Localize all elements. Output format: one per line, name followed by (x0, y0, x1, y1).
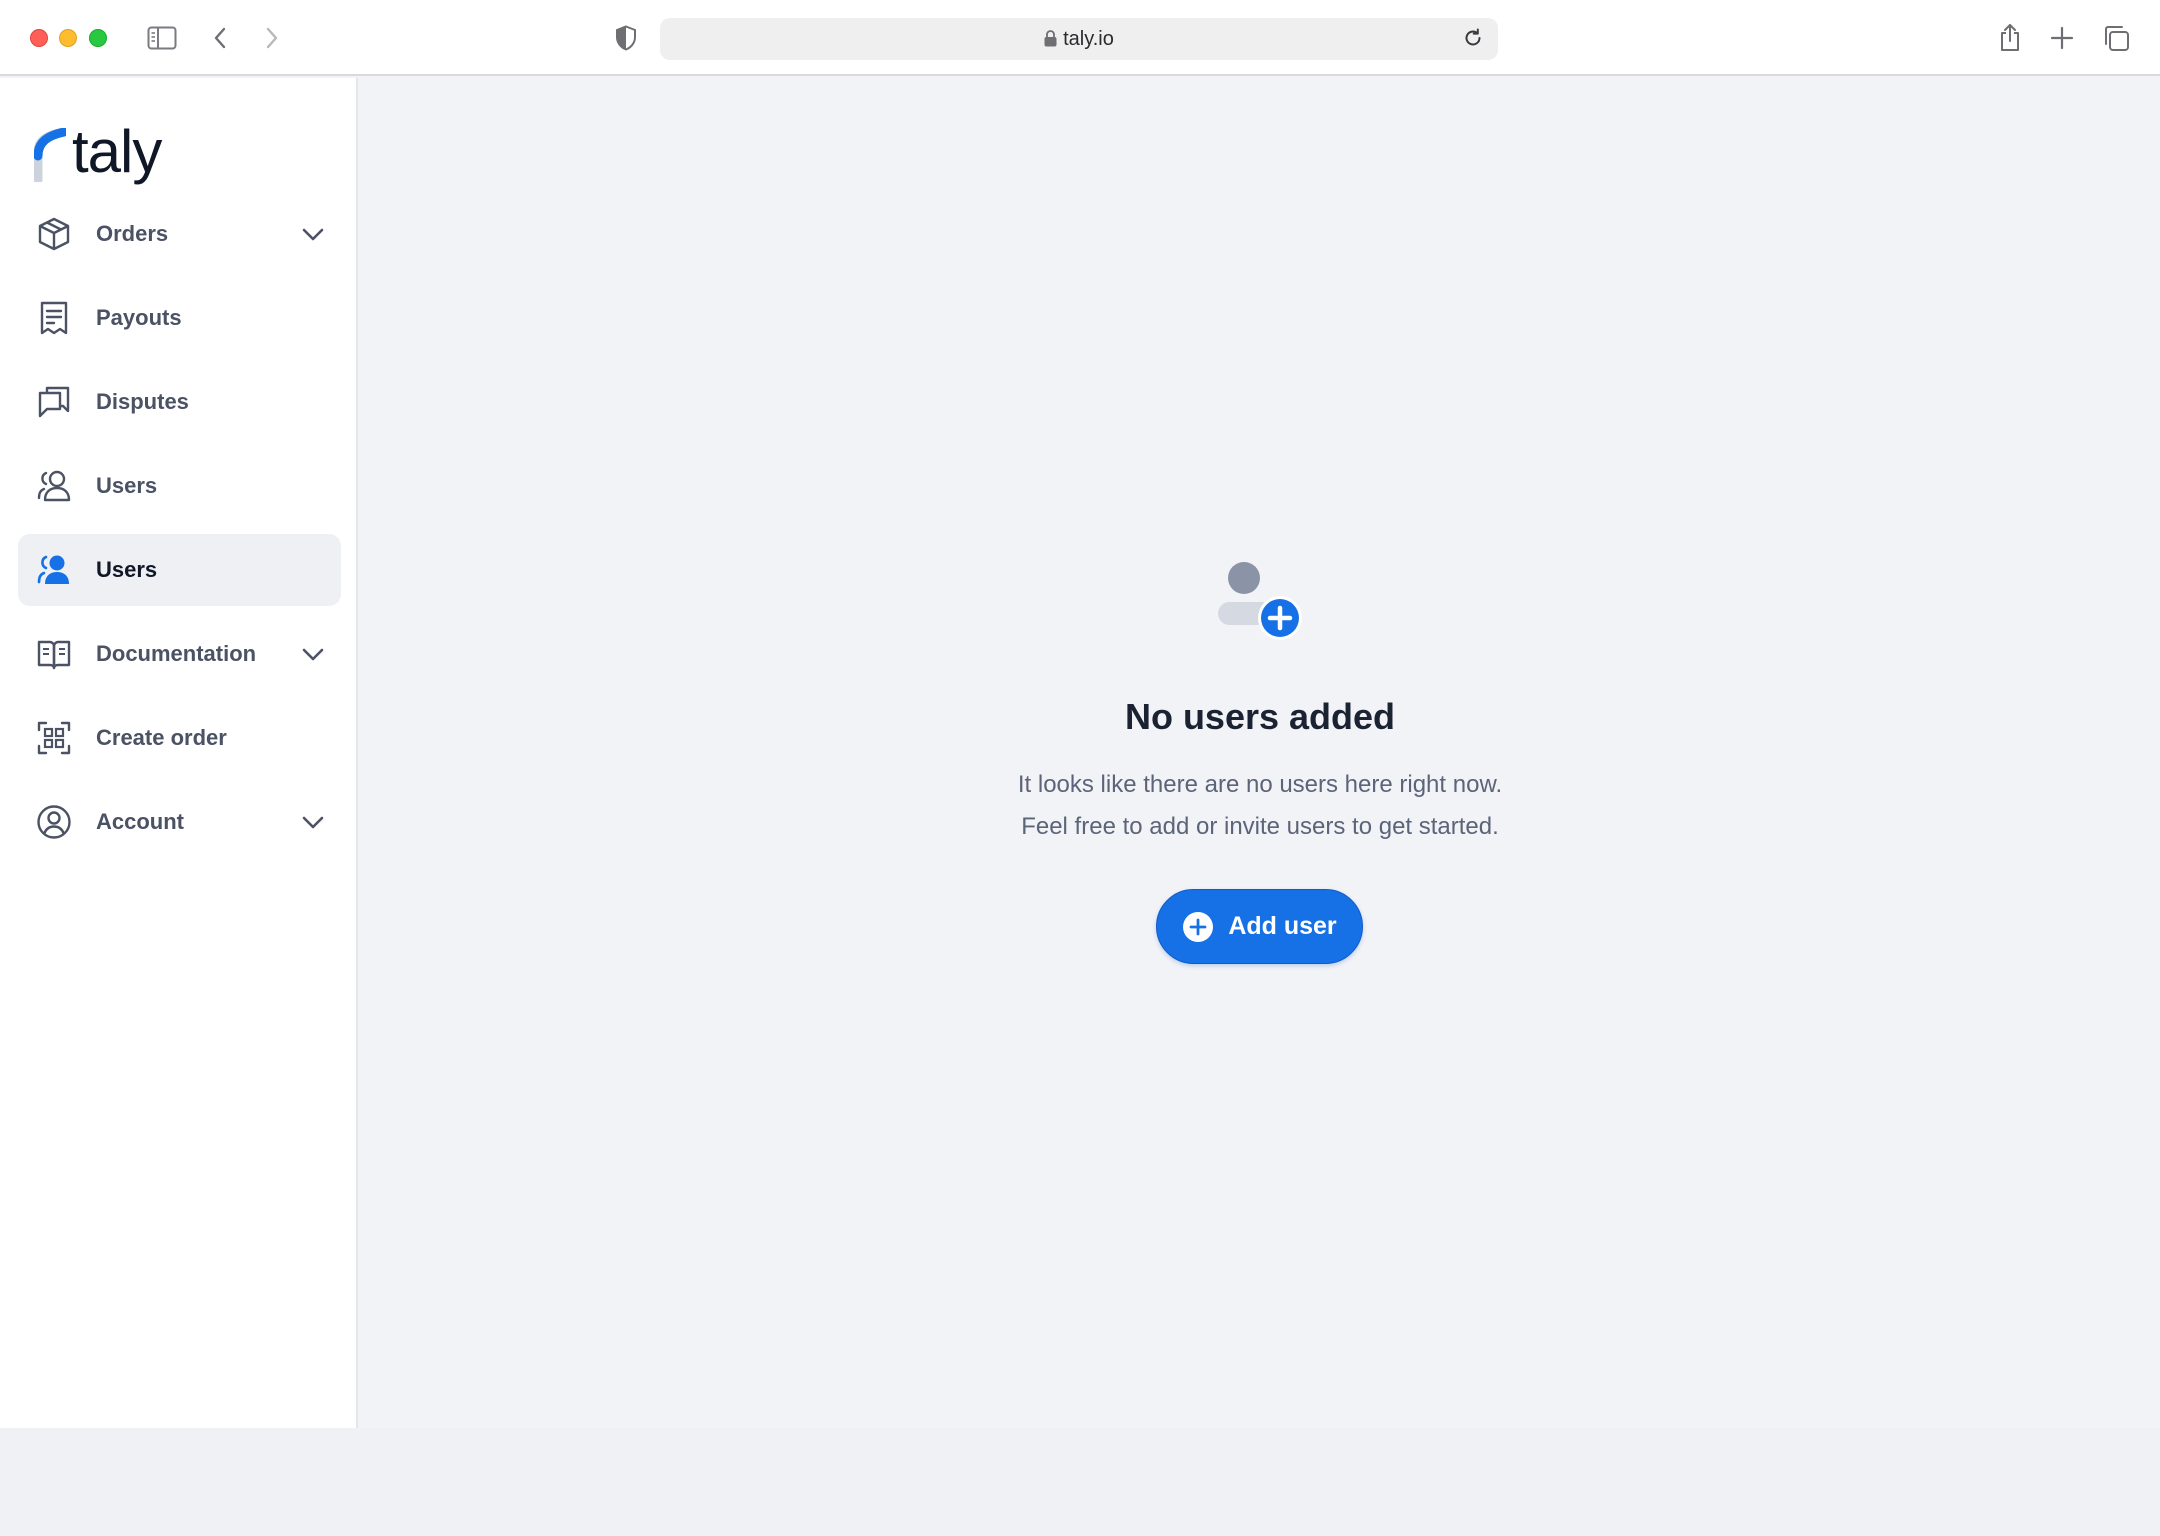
minimize-window-button[interactable] (59, 29, 77, 47)
chevron-down-icon[interactable] (301, 642, 325, 666)
window-bottom-area (0, 1428, 2160, 1536)
box-icon (36, 216, 72, 252)
lock-icon (1044, 30, 1057, 53)
sidebar-item-users-active[interactable]: Users (18, 534, 341, 606)
close-window-button[interactable] (30, 29, 48, 47)
sidebar-item-label: Create order (96, 725, 227, 750)
add-user-button-label: Add user (1228, 912, 1337, 940)
sidebar-item-label: Documentation (96, 641, 257, 666)
sidebar-item-label: Disputes (96, 389, 189, 414)
taly-logo[interactable]: taly (34, 118, 162, 185)
users-outline-icon (36, 468, 72, 504)
sidebar-item-documentation[interactable]: Documentation (18, 618, 341, 690)
forward-arrow-icon[interactable] (256, 22, 288, 54)
empty-state-title: No users added (1124, 696, 1396, 737)
sidebar: taly Orders Payouts Disputes Users Users… (0, 78, 358, 1428)
sidebar-item-disputes[interactable]: Disputes (18, 366, 341, 438)
url-text: taly.io (1063, 28, 1114, 50)
users-filled-icon (36, 552, 72, 588)
sidebar-item-label: Users (96, 473, 158, 498)
qr-code-icon (36, 720, 72, 756)
share-icon[interactable] (1994, 22, 2026, 54)
user-circle-icon (36, 804, 72, 840)
sidebar-item-payouts[interactable]: Payouts (18, 282, 341, 354)
plus-circle-icon (1182, 911, 1214, 943)
taly-logo-mark-icon (34, 128, 66, 182)
address-bar[interactable]: taly.io (660, 18, 1498, 60)
logo-text: taly (72, 118, 162, 185)
sidebar-item-label: Account (96, 809, 184, 834)
new-tab-plus-icon[interactable] (2046, 22, 2078, 54)
browser-toolbar: taly.io (0, 0, 2160, 76)
sidebar-item-orders[interactable]: Orders (18, 198, 341, 270)
sidebar-item-label: Users (96, 557, 158, 582)
sidebar-item-label: Payouts (96, 305, 182, 330)
reload-icon[interactable] (1462, 27, 1484, 54)
chat-bubbles-icon (36, 384, 72, 420)
empty-state-description: It looks like there are no users here ri… (860, 764, 1660, 848)
empty-state-line-1: It looks like there are no users here ri… (1017, 771, 1503, 798)
sidebar-item-account[interactable]: Account (18, 786, 341, 858)
book-icon (36, 636, 72, 672)
sidebar-item-create-order[interactable]: Create order (18, 702, 341, 774)
receipt-icon (36, 300, 72, 336)
user-add-icon (1212, 558, 1304, 642)
sidebar-item-label: Orders (96, 221, 169, 246)
sidebar-toggle-icon[interactable] (146, 22, 178, 54)
tab-overview-icon[interactable] (2100, 22, 2132, 54)
chevron-down-icon[interactable] (301, 810, 325, 834)
back-arrow-icon[interactable] (204, 22, 236, 54)
empty-state-line-2: Feel free to add or invite users to get … (1021, 813, 1499, 840)
chevron-down-icon[interactable] (301, 222, 325, 246)
privacy-shield-icon[interactable] (610, 22, 642, 54)
zoom-window-button[interactable] (89, 29, 107, 47)
add-user-button[interactable]: Add user (1156, 889, 1363, 964)
main-content (360, 78, 2160, 1428)
sidebar-item-users[interactable]: Users (18, 450, 341, 522)
